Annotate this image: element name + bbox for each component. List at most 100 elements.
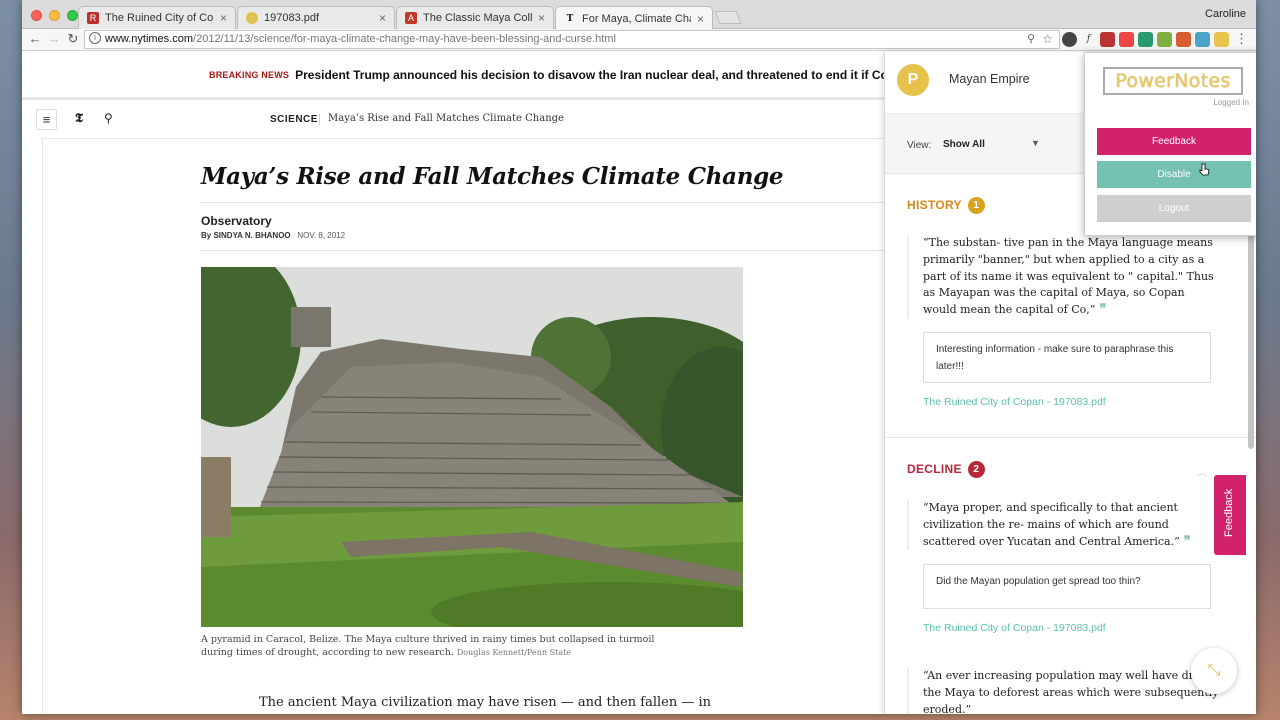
article-body: Maya’s Rise and Fall Matches Climate Cha… — [42, 138, 884, 714]
article-byline: By SINDYA N. BHANOO NOV. 8, 2012 — [201, 231, 345, 240]
article-headline: Maya’s Rise and Fall Matches Climate Cha… — [201, 163, 784, 190]
collapse-arrows-icon[interactable]: ⤡ — [1191, 648, 1237, 694]
chevron-up-icon[interactable]: ︿ — [1197, 464, 1207, 479]
byline-prefix: By — [201, 231, 214, 240]
hamburger-menu-icon[interactable]: ≡ — [36, 109, 57, 130]
hand-cursor-icon — [1199, 163, 1210, 176]
quote-bar — [907, 500, 909, 550]
decline-quote[interactable]: “Maya proper, and specifically to that a… — [923, 500, 1219, 550]
forward-arrow-icon[interactable]: → — [46, 31, 62, 47]
caption-text: A pyramid in Caracol, Belize. The Maya c… — [201, 634, 655, 658]
topic-count-badge: 1 — [967, 197, 985, 214]
powernotes-logo-icon[interactable]: P — [897, 64, 929, 96]
new-tab-button[interactable] — [714, 11, 742, 24]
extension-icon[interactable] — [1138, 32, 1153, 47]
nyt-navigation: ≡ 𝕿 ⚲ SCIENCE Maya’s Rise and Fall Match… — [22, 107, 884, 133]
url-path: /2012/11/13/science/for-maya-climate-cha… — [193, 33, 616, 45]
function-extension-icon[interactable]: f — [1081, 32, 1096, 47]
site-info-icon[interactable]: i — [89, 32, 101, 44]
history-source-link[interactable]: The Ruined City of Copan - 197083.pdf — [923, 396, 1106, 408]
powernotes-extension-icon[interactable] — [1214, 32, 1229, 47]
history-note[interactable]: Interesting information - make sure to p… — [923, 332, 1211, 383]
tab-ruined-city[interactable]: R The Ruined City of Copan on J × — [78, 6, 236, 29]
decline-source-link[interactable]: The Ruined City of Copan - 197083.pdf — [923, 622, 1106, 634]
topic-count-badge: 2 — [967, 461, 985, 478]
decline-note[interactable]: Did the Mayan population get spread too … — [923, 564, 1211, 609]
close-window-button[interactable] — [31, 10, 42, 21]
publish-date: NOV. 8, 2012 — [297, 231, 346, 240]
photo-caption: A pyramid in Caracol, Belize. The Maya c… — [201, 633, 681, 659]
feedback-button[interactable]: Feedback — [1097, 128, 1251, 155]
side-feedback-label: Feedback — [1223, 488, 1235, 537]
view-select[interactable]: Show All — [943, 139, 1039, 150]
browser-toolbar: ← → ↻ i www.nytimes.com/2012/11/13/scien… — [22, 29, 1256, 51]
article-photo — [201, 267, 743, 627]
tab-close-icon[interactable]: × — [538, 11, 545, 25]
logout-button[interactable]: Logout — [1097, 195, 1251, 222]
powernotes-brand-logo: PowerNotes — [1103, 67, 1243, 95]
topic-header-decline[interactable]: DECLINE 2 — [907, 461, 985, 478]
extension-icon[interactable] — [1062, 32, 1077, 47]
chevron-down-icon[interactable]: ▼ — [1031, 138, 1040, 148]
tab-title: The Classic Maya Collapse (Ar — [423, 12, 532, 24]
back-arrow-icon[interactable]: ← — [27, 31, 43, 47]
quote-bar — [907, 235, 909, 319]
zoom-icon[interactable]: ⚲ — [1027, 31, 1035, 48]
address-bar[interactable]: i www.nytimes.com/2012/11/13/science/for… — [84, 30, 1060, 49]
article-kicker[interactable]: Observatory — [201, 214, 272, 228]
project-title[interactable]: Mayan Empire — [949, 72, 1030, 86]
breaking-news-banner[interactable]: BREAKING NEWS President Trump announced … — [22, 52, 884, 100]
disable-button[interactable]: Disable — [1097, 161, 1251, 188]
search-icon[interactable]: ⚲ — [104, 111, 113, 125]
tab-close-icon[interactable]: × — [379, 11, 386, 25]
side-feedback-tab[interactable]: Feedback — [1214, 475, 1246, 555]
nyt-logo-icon[interactable]: 𝕿 — [75, 111, 83, 126]
quote-text: “Maya proper, and specifically to that a… — [923, 501, 1180, 548]
photo-credit: Douglas Kennett/Penn State — [456, 648, 572, 657]
nav-headline: Maya’s Rise and Fall Matches Climate Cha… — [328, 113, 564, 124]
breaking-news-text[interactable]: President Trump announced his decision t… — [295, 68, 884, 82]
browser-window: R The Ruined City of Copan on J × 197083… — [22, 0, 1256, 714]
tab-favicon-icon: R — [87, 12, 99, 24]
reload-icon[interactable]: ↻ — [65, 31, 81, 47]
minimize-window-button[interactable] — [49, 10, 60, 21]
maximize-window-button[interactable] — [67, 10, 78, 21]
tab-close-icon[interactable]: × — [697, 12, 704, 26]
browser-menu-icon[interactable]: ⋮ — [1235, 31, 1248, 47]
article-first-paragraph: The ancient Maya civilization may have r… — [259, 695, 712, 710]
quote-text: “The substan- tive pan in the Maya langu… — [923, 236, 1214, 317]
tab-title: For Maya, Climate Change Ma — [582, 12, 691, 25]
view-label: View: — [907, 140, 932, 151]
topic-name: DECLINE — [907, 462, 962, 476]
tab-favicon-icon: A — [405, 12, 417, 24]
topic-name: HISTORY — [907, 198, 962, 212]
breaking-news-label: BREAKING NEWS — [209, 69, 290, 80]
tab-title: 197083.pdf — [264, 12, 320, 24]
bookmark-star-icon[interactable]: ☆ — [1042, 31, 1053, 48]
extension-icon[interactable] — [1176, 32, 1191, 47]
tab-close-icon[interactable]: × — [220, 11, 227, 25]
nav-divider — [319, 114, 320, 125]
tab-nytimes-active[interactable]: T For Maya, Climate Change Ma × — [555, 6, 713, 30]
extension-icon[interactable] — [1119, 32, 1134, 47]
extension-icon[interactable] — [1157, 32, 1172, 47]
quote-bar — [907, 668, 909, 714]
login-status: Logged In — [1213, 98, 1249, 107]
quote-mark-icon: ❞ — [1099, 302, 1107, 318]
profile-name[interactable]: Caroline — [1205, 8, 1246, 20]
extension-icon[interactable] — [1195, 32, 1210, 47]
extensions-bar: f — [1062, 32, 1229, 47]
extension-icon[interactable] — [1100, 32, 1115, 47]
tab-pdf[interactable]: 197083.pdf × — [237, 6, 395, 29]
author-name[interactable]: SINDYA N. BHANOO — [213, 231, 290, 240]
window-controls — [31, 10, 78, 21]
tab-classic-maya[interactable]: A The Classic Maya Collapse (Ar × — [396, 6, 554, 29]
tab-favicon-icon: T — [566, 13, 574, 24]
section-label[interactable]: SCIENCE — [270, 114, 318, 125]
history-quote[interactable]: “The substan- tive pan in the Maya langu… — [923, 235, 1219, 319]
quote-mark-icon: ❞ — [1183, 533, 1191, 549]
topic-header-history[interactable]: HISTORY 1 — [907, 197, 985, 214]
tab-strip: R The Ruined City of Copan on J × 197083… — [22, 0, 1256, 30]
decline-quote-2[interactable]: “An ever increasing population may well … — [923, 668, 1219, 714]
topic-separator — [885, 437, 1256, 438]
